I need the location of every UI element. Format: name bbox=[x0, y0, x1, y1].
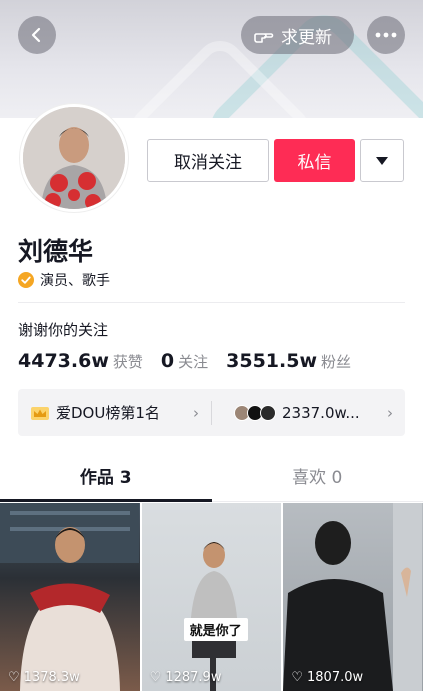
video-thumbnail[interactable]: ♡ 1378.3w bbox=[0, 503, 140, 691]
video-thumbnail[interactable]: 就是你了 ♡ 1287.9w bbox=[141, 503, 282, 691]
dou-rank-link[interactable]: 爱DOU榜第1名 › bbox=[18, 389, 211, 436]
video-likes: ♡ 1287.9w bbox=[150, 670, 222, 685]
avatar[interactable] bbox=[20, 104, 128, 212]
following-count[interactable]: 0 bbox=[161, 350, 174, 372]
video-caption: 就是你了 bbox=[183, 618, 248, 641]
dropdown-button[interactable] bbox=[360, 139, 404, 182]
profile-banner bbox=[0, 0, 423, 118]
likes-label[interactable]: 获赞 bbox=[113, 351, 143, 372]
tab-works[interactable]: 作品 3 bbox=[0, 458, 212, 502]
fans-rank-link[interactable]: 2337.0w... › bbox=[212, 389, 405, 436]
following-label[interactable]: 关注 bbox=[178, 351, 208, 372]
hand-point-icon bbox=[254, 33, 274, 43]
likes-count[interactable]: 4473.6w bbox=[18, 350, 109, 372]
profile-name: 刘德华 bbox=[18, 237, 94, 266]
message-button[interactable]: 私信 bbox=[274, 139, 355, 182]
request-update-label: 求更新 bbox=[281, 27, 332, 48]
more-options-button[interactable] bbox=[367, 16, 405, 54]
video-likes-count: 1287.9w bbox=[165, 670, 222, 685]
verified-badge-icon bbox=[18, 272, 34, 288]
caret-down-icon bbox=[376, 156, 388, 165]
back-button[interactable] bbox=[18, 16, 56, 54]
dou-rank-label: 爱DOU榜第1名 bbox=[56, 404, 160, 422]
verified-title: 演员、歌手 bbox=[40, 273, 110, 289]
rank-box: 爱DOU榜第1名 › 2337.0w... › bbox=[18, 389, 405, 436]
chevron-right-icon: › bbox=[387, 403, 393, 422]
followers-label[interactable]: 粉丝 bbox=[321, 351, 351, 372]
more-dots-icon bbox=[375, 32, 397, 38]
video-likes-count: 1807.0w bbox=[307, 670, 364, 685]
content-tabs: 作品 3 喜欢 0 bbox=[0, 458, 423, 502]
unfollow-button[interactable]: 取消关注 bbox=[147, 139, 269, 182]
video-thumbnail[interactable]: ♡ 1807.0w bbox=[283, 503, 423, 691]
chevron-right-icon: › bbox=[193, 403, 199, 422]
bio-text: 谢谢你的关注 bbox=[18, 321, 109, 339]
chevron-left-icon bbox=[31, 27, 41, 43]
followers-count[interactable]: 3551.5w bbox=[226, 350, 317, 372]
stats-row: 4473.6w 获赞 0 关注 3551.5w 粉丝 bbox=[18, 350, 369, 372]
video-likes: ♡ 1807.0w bbox=[291, 670, 363, 685]
heart-icon: ♡ bbox=[149, 670, 162, 685]
video-likes-count: 1378.3w bbox=[23, 670, 80, 685]
heart-icon: ♡ bbox=[8, 670, 20, 685]
fans-rank-label: 2337.0w... bbox=[282, 403, 360, 422]
verified-title-row: 演员、歌手 bbox=[18, 270, 110, 290]
fan-avatar bbox=[260, 404, 276, 421]
video-likes: ♡ 1378.3w bbox=[8, 670, 80, 685]
heart-icon: ♡ bbox=[291, 670, 303, 685]
video-grid: ♡ 1378.3w 就是你了 ♡ 1287.9w ♡ 1807.0w bbox=[0, 503, 423, 700]
fan-avatars bbox=[234, 404, 276, 421]
crown-icon bbox=[31, 406, 49, 420]
request-update-button[interactable]: 求更新 bbox=[241, 16, 354, 54]
divider bbox=[18, 302, 405, 303]
tab-likes[interactable]: 喜欢 0 bbox=[212, 458, 423, 501]
